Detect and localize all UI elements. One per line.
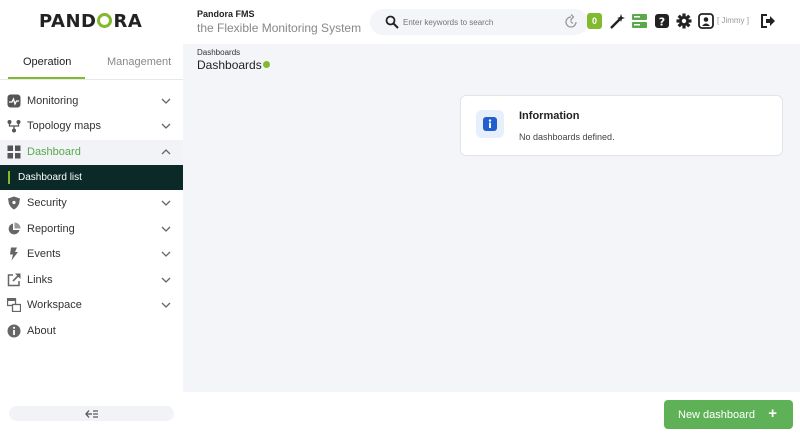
app-title: Pandora FMS bbox=[197, 9, 255, 19]
sidebar-item-events[interactable]: Events bbox=[0, 242, 183, 267]
sidebar-item-security[interactable]: Security bbox=[0, 191, 183, 216]
collapse-icon bbox=[85, 410, 98, 418]
collapse-sidebar-button[interactable] bbox=[9, 406, 174, 421]
magic-wand-icon[interactable] bbox=[609, 12, 626, 30]
sidebar-item-workspace[interactable]: Workspace bbox=[0, 293, 183, 318]
sidebar-item-label: Monitoring bbox=[27, 95, 79, 107]
chevron-down-icon bbox=[161, 226, 171, 232]
logout-icon[interactable] bbox=[760, 12, 777, 30]
search-input[interactable] bbox=[403, 15, 533, 29]
help-icon[interactable]: ? bbox=[654, 12, 670, 30]
topology-icon bbox=[7, 120, 21, 133]
sidebar-item-label: Topology maps bbox=[27, 120, 101, 132]
new-dashboard-button[interactable]: New dashboard + bbox=[664, 400, 793, 429]
info-icon bbox=[7, 324, 21, 338]
sidebar-subitem-dashboard-list[interactable]: Dashboard list bbox=[0, 165, 183, 190]
active-indicator bbox=[8, 171, 10, 184]
pie-chart-icon bbox=[8, 222, 21, 235]
page-title: Dashboards bbox=[197, 58, 262, 72]
chevron-down-icon bbox=[161, 123, 171, 129]
shield-icon bbox=[8, 196, 20, 210]
sidebar-subitem-label: Dashboard list bbox=[18, 172, 82, 183]
monitoring-icon bbox=[7, 94, 21, 108]
sidebar-item-label: Security bbox=[27, 197, 67, 209]
tab-divider bbox=[0, 79, 183, 80]
gear-icon[interactable] bbox=[676, 12, 692, 30]
tab-management[interactable]: Management bbox=[107, 56, 171, 68]
info-icon-wrapper bbox=[476, 110, 504, 138]
sidebar-item-label: Workspace bbox=[27, 299, 82, 311]
workspace-icon bbox=[7, 298, 21, 312]
info-icon bbox=[483, 117, 497, 131]
sidebar-item-label: About bbox=[27, 325, 56, 337]
footer-bar: New dashboard + bbox=[183, 392, 800, 437]
plus-icon: + bbox=[768, 405, 777, 422]
information-message: Information No dashboards defined. bbox=[460, 95, 783, 156]
alert-count-badge[interactable]: 0 bbox=[587, 13, 602, 29]
sidebar-item-links[interactable]: Links bbox=[0, 268, 183, 293]
sidebar-item-topology-maps[interactable]: Topology maps bbox=[0, 114, 183, 139]
external-link-icon bbox=[7, 273, 21, 287]
main-content: Dashboards Dashboards Information No das… bbox=[183, 44, 800, 392]
sidebar: Operation Management Monitoring Topology… bbox=[0, 44, 183, 437]
sidebar-item-label: Dashboard bbox=[27, 146, 81, 158]
server-icon[interactable] bbox=[631, 12, 648, 30]
refresh-icon[interactable] bbox=[562, 13, 580, 31]
sidebar-item-label: Reporting bbox=[27, 223, 75, 235]
pandora-logo[interactable]: PAND RA bbox=[39, 11, 142, 32]
lightning-icon bbox=[10, 247, 18, 261]
svg-text:?: ? bbox=[659, 16, 665, 29]
top-header: PAND RA Pandora FMS the Flexible Monitori… bbox=[0, 0, 800, 44]
dashboard-icon bbox=[7, 145, 21, 159]
chevron-down-icon bbox=[161, 277, 171, 283]
tab-operation[interactable]: Operation bbox=[23, 56, 71, 68]
search-box bbox=[370, 9, 588, 35]
title-info-icon[interactable] bbox=[263, 61, 270, 68]
sidebar-item-dashboard[interactable]: Dashboard bbox=[0, 140, 183, 165]
sidebar-item-reporting[interactable]: Reporting bbox=[0, 217, 183, 242]
chevron-down-icon bbox=[161, 302, 171, 308]
chevron-down-icon bbox=[161, 251, 171, 257]
sidebar-item-label: Events bbox=[27, 248, 61, 260]
info-title: Information bbox=[519, 110, 580, 122]
sidebar-item-about[interactable]: About bbox=[0, 319, 183, 344]
user-name[interactable]: [ Jimmy ] bbox=[717, 16, 749, 25]
breadcrumb[interactable]: Dashboards bbox=[197, 48, 240, 57]
chevron-down-icon bbox=[161, 200, 171, 206]
search-icon bbox=[385, 15, 399, 29]
logo-ring-icon bbox=[97, 13, 113, 28]
sidebar-item-monitoring[interactable]: Monitoring bbox=[0, 89, 183, 114]
sidebar-item-label: Links bbox=[27, 274, 53, 286]
info-text: No dashboards defined. bbox=[519, 132, 615, 142]
app-subtitle: the Flexible Monitoring System bbox=[197, 21, 362, 35]
chevron-down-icon bbox=[161, 98, 171, 104]
user-icon[interactable] bbox=[698, 12, 714, 30]
chevron-up-icon bbox=[161, 149, 171, 155]
